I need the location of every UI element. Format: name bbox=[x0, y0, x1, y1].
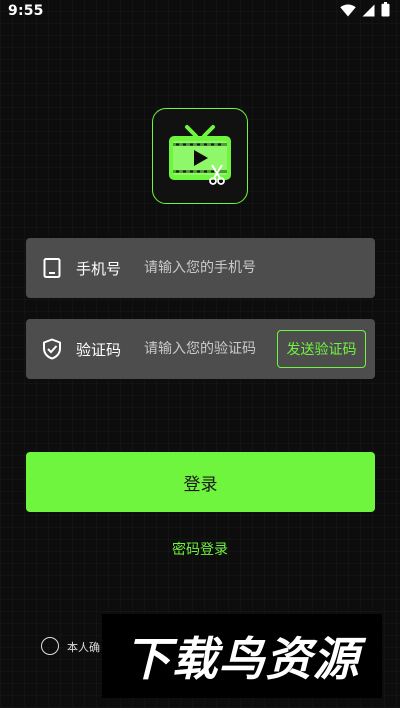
video-edit-tv-icon bbox=[169, 125, 231, 185]
login-screen: 9:55 手机号 请输入您的手机号 验证码 请输入您的验证码 发送验证码 登录 … bbox=[0, 0, 400, 708]
login-button[interactable]: 登录 bbox=[26, 452, 375, 512]
phone-icon bbox=[42, 258, 62, 278]
wifi-icon bbox=[340, 2, 356, 21]
watermark: 下载鸟资源 bbox=[102, 614, 382, 698]
phone-label: 手机号 bbox=[76, 259, 122, 278]
code-label: 验证码 bbox=[76, 340, 122, 359]
phone-field: 手机号 bbox=[26, 238, 375, 298]
battery-icon bbox=[381, 1, 390, 21]
send-code-button[interactable]: 发送验证码 bbox=[277, 330, 366, 368]
agreement-text: 本人确 bbox=[67, 641, 100, 654]
password-login-link[interactable]: 密码登录 bbox=[0, 539, 400, 559]
code-field: 验证码 发送验证码 bbox=[26, 319, 375, 379]
phone-input[interactable] bbox=[144, 260, 304, 276]
status-bar: 9:55 bbox=[0, 0, 400, 22]
agreement-radio[interactable] bbox=[41, 637, 59, 655]
watermark-text: 下载鸟资源 bbox=[124, 632, 360, 686]
app-logo bbox=[152, 108, 248, 204]
status-time: 9:55 bbox=[8, 3, 44, 19]
status-icons bbox=[340, 1, 390, 21]
cellular-icon bbox=[362, 2, 375, 21]
shield-check-icon bbox=[42, 338, 62, 360]
